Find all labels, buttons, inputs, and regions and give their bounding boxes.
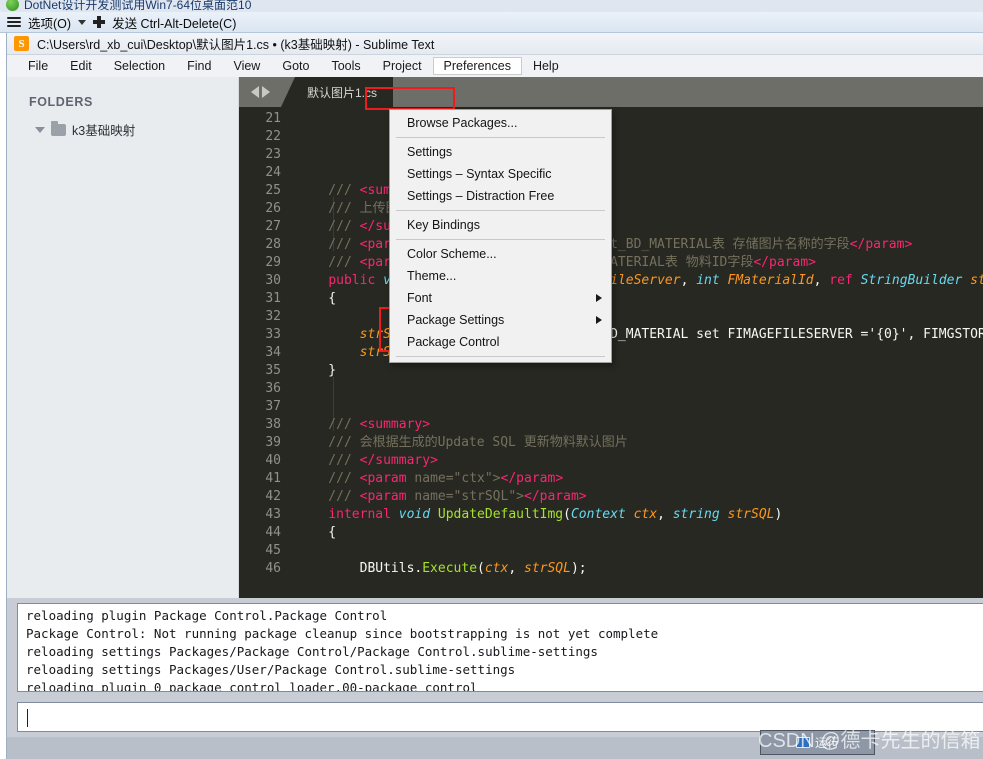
sublime-text-window: S C:\Users\rd_xb_cui\Desktop\默认图片1.cs • …: [6, 33, 983, 598]
menu-item-key-bindings[interactable]: Key Bindings: [390, 214, 611, 236]
menu-project[interactable]: Project: [372, 57, 433, 75]
menu-item-package-control[interactable]: Package Control: [390, 331, 611, 353]
sidebar-folder-item[interactable]: k3基础映射: [29, 120, 238, 139]
editor-tabbar: 默认图片1.cs: [239, 77, 983, 107]
screen-root: DotNet设计开发测试用Win7-64位桌面范10 选项(O) 发送 Ctrl…: [0, 0, 983, 759]
arrow-left-icon[interactable]: [250, 86, 259, 98]
remote-toolbar: 选项(O) 发送 Ctrl-Alt-Delete(C): [0, 12, 983, 33]
menu-item-color-scheme[interactable]: Color Scheme...: [390, 243, 611, 265]
plus-cross-icon[interactable]: [93, 16, 106, 28]
sublime-titlebar: S C:\Users\rd_xb_cui\Desktop\默认图片1.cs • …: [7, 33, 983, 55]
run-icon: [795, 737, 810, 748]
sidebar-folder-label: k3基础映射: [72, 124, 136, 138]
sidebar-folders-panel: FOLDERS k3基础映射: [7, 77, 239, 598]
menu-item-settings[interactable]: Settings: [390, 141, 611, 163]
remote-window-titlebar: DotNet设计开发测试用Win7-64位桌面范10: [0, 0, 983, 12]
menu-separator: [396, 356, 605, 357]
menu-item-font[interactable]: Font: [390, 287, 611, 309]
menu-preferences[interactable]: Preferences: [432, 57, 522, 75]
console-line: Package Control: Not running package cle…: [26, 626, 659, 641]
menu-item-browse-packages[interactable]: Browse Packages...: [390, 112, 611, 134]
sidebar-header-folders: FOLDERS: [29, 95, 93, 109]
line-number-gutter: 21 22 23 24 25 26 27 28 29 30 31 32 33 34 35 36 37 38 39 40…: [265, 111, 281, 576]
console-line: reloading settings Packages/Package Cont…: [26, 644, 598, 659]
console-output: reloading plugin Package Control.Package…: [17, 603, 983, 692]
arrow-right-icon[interactable]: [261, 86, 270, 98]
text-caret-icon: [27, 709, 28, 727]
menu-help[interactable]: Help: [522, 57, 570, 75]
menu-selection[interactable]: Selection: [103, 57, 176, 75]
folder-icon: [51, 120, 66, 136]
menu-item-package-settings[interactable]: Package Settings: [390, 309, 611, 331]
preferences-dropdown-menu[interactable]: Browse Packages... Settings Settings – Syn…: [389, 109, 612, 363]
remote-window-title: DotNet设计开发测试用Win7-64位桌面范10: [24, 0, 252, 12]
menubar: File Edit Selection Find View Goto Tools…: [7, 55, 983, 77]
chevron-down-icon[interactable]: [78, 19, 87, 25]
console-line: reloading plugin 0_package_control_loade…: [26, 680, 478, 692]
menu-tools[interactable]: Tools: [320, 57, 371, 75]
remote-options-label[interactable]: 选项(O): [28, 13, 71, 32]
editor-tab-active[interactable]: 默认图片1.cs: [281, 77, 394, 107]
tab-nav-arrows[interactable]: [239, 77, 281, 107]
menu-separator: [396, 210, 605, 211]
menu-separator: [396, 239, 605, 240]
menu-item-theme[interactable]: Theme...: [390, 265, 611, 287]
remote-app-logo-icon: [6, 0, 19, 11]
console-line: reloading settings Packages/User/Package…: [26, 662, 516, 677]
run-button[interactable]: 运行: [760, 730, 875, 755]
menu-find[interactable]: Find: [176, 57, 222, 75]
menu-file[interactable]: File: [17, 57, 59, 75]
run-button-label: 运行: [814, 736, 839, 750]
remote-send-cad-label[interactable]: 发送 Ctrl-Alt-Delete(C): [112, 13, 236, 32]
submenu-arrow-icon: [596, 294, 602, 302]
submenu-arrow-icon: [596, 316, 602, 324]
console-input[interactable]: [17, 702, 983, 732]
hamburger-icon[interactable]: [7, 17, 21, 27]
menu-edit[interactable]: Edit: [59, 57, 103, 75]
menu-goto[interactable]: Goto: [271, 57, 320, 75]
triangle-down-icon[interactable]: [35, 126, 45, 133]
sublime-window-title: C:\Users\rd_xb_cui\Desktop\默认图片1.cs • (k…: [37, 38, 435, 52]
menu-view[interactable]: View: [222, 57, 271, 75]
menu-item-settings-syntax-specific[interactable]: Settings – Syntax Specific: [390, 163, 611, 185]
sublime-logo-icon: S: [14, 36, 29, 51]
menu-item-settings-distraction-free[interactable]: Settings – Distraction Free: [390, 185, 611, 207]
console-line: reloading plugin Package Control.Package…: [26, 608, 388, 623]
menu-separator: [396, 137, 605, 138]
